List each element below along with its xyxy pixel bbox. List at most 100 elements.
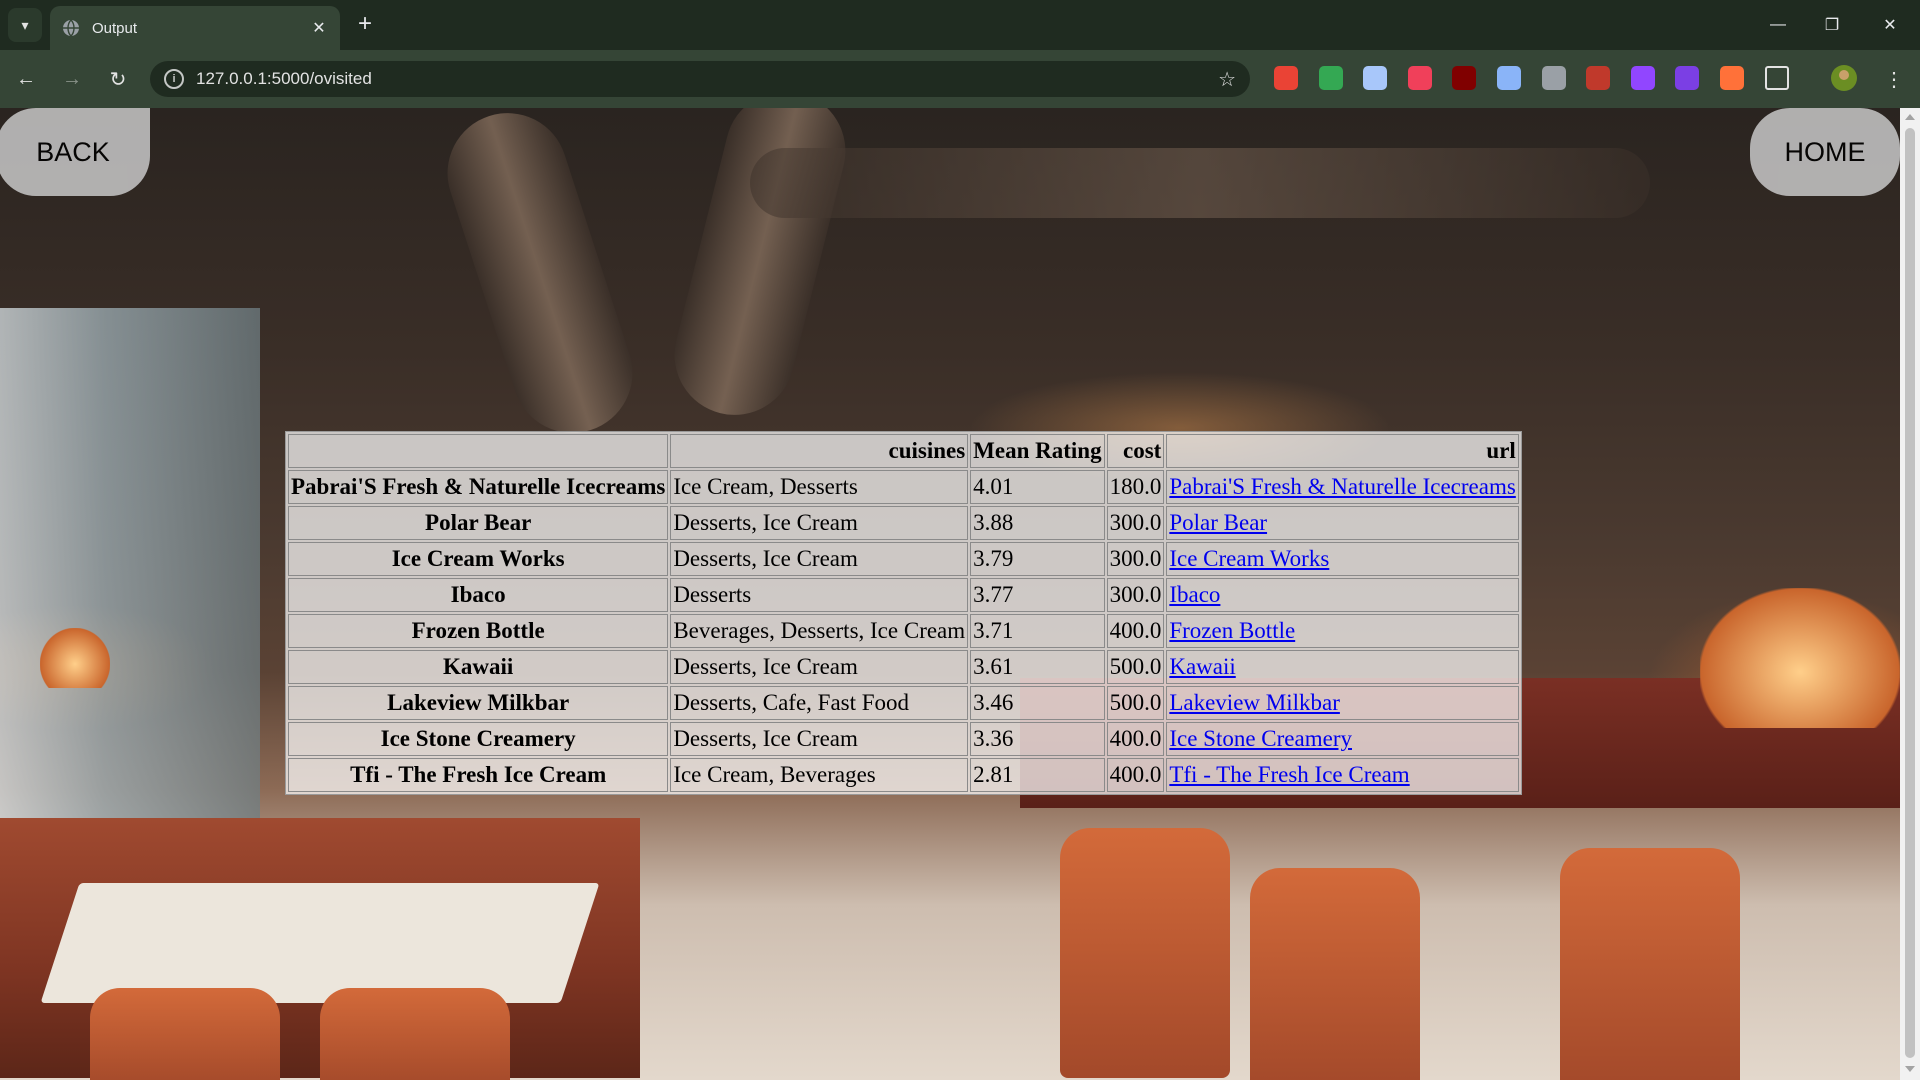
ublock-extension-icon[interactable]: [1452, 66, 1476, 90]
rating-cell: 3.36: [970, 722, 1105, 756]
orange-fox-extension-icon[interactable]: [1720, 66, 1744, 90]
minimize-icon[interactable]: —: [1758, 10, 1798, 40]
cuisines-cell: Desserts: [670, 578, 969, 612]
rating-cell: 3.46: [970, 686, 1105, 720]
restaurant-link[interactable]: Ice Cream Works: [1169, 546, 1329, 571]
url-cell: Ibaco: [1166, 578, 1519, 612]
green-lock-extension-icon[interactable]: [1319, 66, 1343, 90]
red-circle-extension-icon[interactable]: [1274, 66, 1298, 90]
cost-cell: 400.0: [1106, 722, 1165, 756]
new-tab-button[interactable]: +: [352, 12, 378, 38]
home-button[interactable]: HOME: [1750, 108, 1900, 196]
cost-cell: 400.0: [1106, 758, 1165, 792]
column-header-name: [288, 434, 669, 468]
browser-menu-icon[interactable]: ⋮: [1878, 63, 1910, 95]
column-header-cost: cost: [1106, 434, 1165, 468]
restaurant-link[interactable]: Ibaco: [1169, 582, 1220, 607]
globe-icon: [63, 19, 79, 37]
bookmark-star-icon[interactable]: ☆: [1218, 67, 1236, 92]
url-cell: Lakeview Milkbar: [1166, 686, 1519, 720]
back-button[interactable]: BACK: [0, 108, 150, 196]
url-cell: Polar Bear: [1166, 506, 1519, 540]
address-url[interactable]: 127.0.0.1:5000/ovisited: [196, 69, 1218, 89]
table-row: Polar Bear Desserts, Ice Cream 3.88 300.…: [288, 506, 1519, 540]
restaurant-link[interactable]: Frozen Bottle: [1169, 618, 1295, 643]
restaurant-name: Tfi - The Fresh Ice Cream: [288, 758, 669, 792]
red-grid-extension-icon[interactable]: [1408, 66, 1432, 90]
restaurant-name: Ice Cream Works: [288, 542, 669, 576]
background-duct: [431, 108, 649, 449]
restore-icon[interactable]: ❐: [1812, 10, 1852, 40]
table-row: Lakeview Milkbar Desserts, Cafe, Fast Fo…: [288, 686, 1519, 720]
puzzle-extensions-icon[interactable]: [1765, 66, 1789, 90]
table-header-row: cuisines Mean Rating cost url: [288, 434, 1519, 468]
camera-extension-icon[interactable]: [1497, 66, 1521, 90]
cuisines-cell: Ice Cream, Beverages: [670, 758, 969, 792]
cuisines-cell: Desserts, Ice Cream: [670, 650, 969, 684]
background-table: [40, 883, 600, 1003]
twitch-extension-icon[interactable]: [1631, 66, 1655, 90]
url-cell: Ice Stone Creamery: [1166, 722, 1519, 756]
restaurant-link[interactable]: Pabrai'S Fresh & Naturelle Icecreams: [1169, 474, 1515, 499]
pen-extension-icon[interactable]: [1542, 66, 1566, 90]
restaurant-link[interactable]: Ice Stone Creamery: [1169, 726, 1352, 751]
address-bar[interactable]: i 127.0.0.1:5000/ovisited ☆: [150, 61, 1250, 97]
rating-cell: 3.61: [970, 650, 1105, 684]
cuisines-cell: Desserts, Ice Cream: [670, 722, 969, 756]
table-row: Ice Cream Works Desserts, Ice Cream 3.79…: [288, 542, 1519, 576]
cost-cell: 400.0: [1106, 614, 1165, 648]
cuisines-cell: Desserts, Ice Cream: [670, 542, 969, 576]
restaurant-link[interactable]: Polar Bear: [1169, 510, 1267, 535]
rating-cell: 3.88: [970, 506, 1105, 540]
table-row: Tfi - The Fresh Ice Cream Ice Cream, Bev…: [288, 758, 1519, 792]
restaurant-link[interactable]: Lakeview Milkbar: [1169, 690, 1340, 715]
back-arrow-icon[interactable]: ←: [10, 63, 42, 95]
background-chair: [1060, 828, 1230, 1078]
rating-cell: 2.81: [970, 758, 1105, 792]
cost-cell: 300.0: [1106, 542, 1165, 576]
column-header-url: url: [1166, 434, 1519, 468]
scroll-up-icon[interactable]: [1905, 114, 1915, 120]
cuisines-cell: Desserts, Ice Cream: [670, 506, 969, 540]
close-window-icon[interactable]: ✕: [1870, 10, 1910, 40]
table-row: Kawaii Desserts, Ice Cream 3.61 500.0 Ka…: [288, 650, 1519, 684]
tab-search-chevron-icon[interactable]: ▾: [8, 8, 42, 42]
cost-cell: 300.0: [1106, 578, 1165, 612]
restaurant-link[interactable]: Kawaii: [1169, 654, 1235, 679]
cost-cell: 500.0: [1106, 650, 1165, 684]
tab-close-icon[interactable]: ✕: [308, 17, 330, 39]
results-table: cuisines Mean Rating cost url Pabrai'S F…: [285, 431, 1522, 795]
restaurant-link[interactable]: Tfi - The Fresh Ice Cream: [1169, 762, 1409, 787]
cost-cell: 300.0: [1106, 506, 1165, 540]
forward-arrow-icon[interactable]: →: [56, 63, 88, 95]
tab-output[interactable]: Output ✕: [50, 6, 340, 50]
rating-cell: 3.71: [970, 614, 1105, 648]
background-window-wall: [0, 308, 260, 828]
table-row: Pabrai'S Fresh & Naturelle Icecreams Ice…: [288, 470, 1519, 504]
reload-icon[interactable]: ↻: [102, 63, 134, 95]
shield-extension-icon[interactable]: [1586, 66, 1610, 90]
mail-check-extension-icon[interactable]: [1363, 66, 1387, 90]
rating-cell: 3.79: [970, 542, 1105, 576]
cost-cell: 180.0: [1106, 470, 1165, 504]
cuisines-cell: Beverages, Desserts, Ice Cream: [670, 614, 969, 648]
table-row: Frozen Bottle Beverages, Desserts, Ice C…: [288, 614, 1519, 648]
background-chair: [1560, 848, 1740, 1080]
background-chair: [1250, 868, 1420, 1080]
restaurant-name: Polar Bear: [288, 506, 669, 540]
p-badge-extension-icon[interactable]: [1675, 66, 1699, 90]
browser-tab-strip: ▾ Output ✕ + — ❐ ✕: [0, 0, 1920, 50]
table-row: Ice Stone Creamery Desserts, Ice Cream 3…: [288, 722, 1519, 756]
background-duct: [750, 148, 1650, 218]
scrollbar-thumb[interactable]: [1905, 128, 1915, 1058]
url-cell: Pabrai'S Fresh & Naturelle Icecreams: [1166, 470, 1519, 504]
background-lamp: [1700, 588, 1900, 728]
restaurant-name: Frozen Bottle: [288, 614, 669, 648]
page-scrollbar[interactable]: [1900, 108, 1920, 1080]
site-info-icon[interactable]: i: [164, 69, 184, 89]
restaurant-name: Ibaco: [288, 578, 669, 612]
profile-avatar-icon[interactable]: [1828, 62, 1860, 94]
background-lamp: [40, 628, 110, 688]
scroll-down-icon[interactable]: [1905, 1066, 1915, 1072]
cuisines-cell: Ice Cream, Desserts: [670, 470, 969, 504]
